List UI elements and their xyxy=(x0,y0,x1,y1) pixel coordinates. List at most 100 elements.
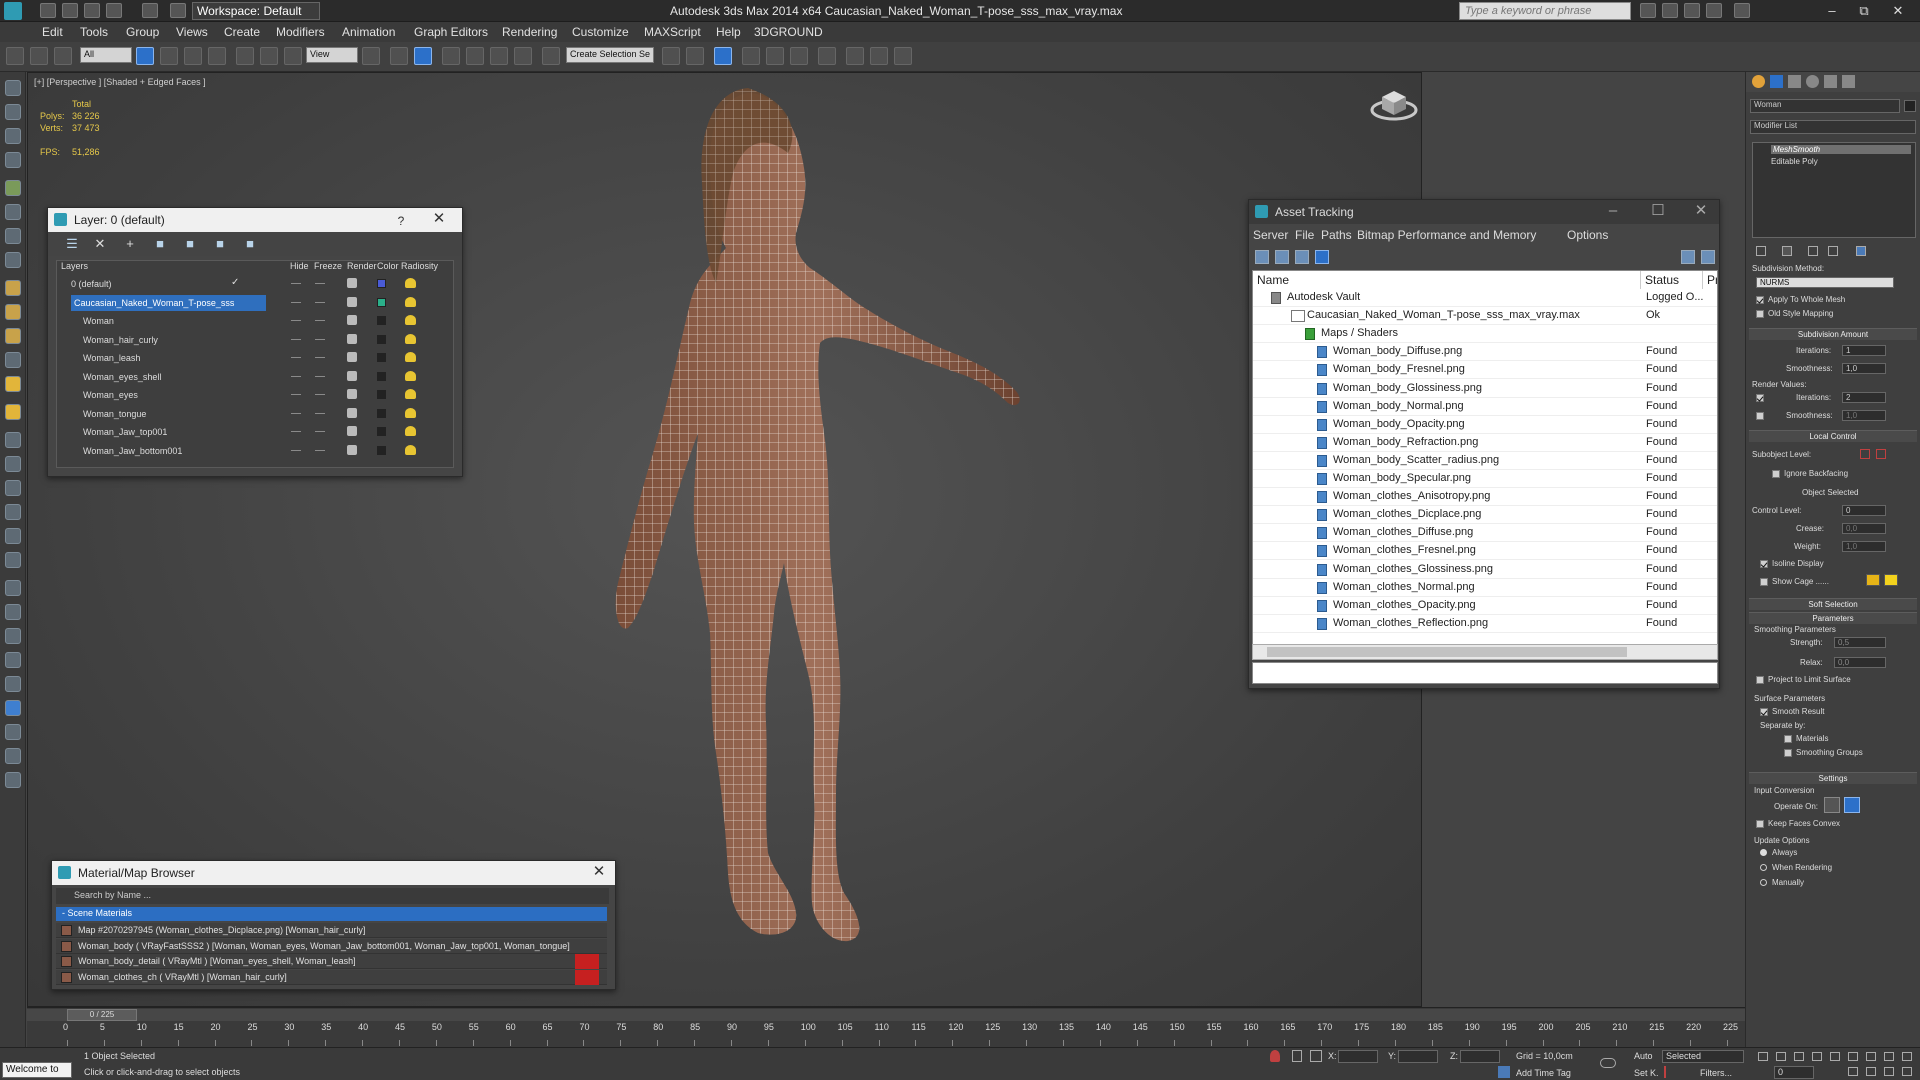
tool-icon-28[interactable] xyxy=(5,748,21,764)
favorites-star-icon[interactable] xyxy=(1706,3,1722,18)
project-folder-icon[interactable] xyxy=(170,3,186,18)
isolate-selection-icon[interactable] xyxy=(1270,1050,1280,1062)
key-icon[interactable] xyxy=(1600,1058,1616,1068)
radiosity-icon[interactable] xyxy=(405,352,416,362)
edit-named-selection-icon[interactable] xyxy=(542,47,560,65)
asset-row[interactable]: Woman_clothes_Opacity.png Found xyxy=(1253,597,1717,615)
layer-row[interactable]: Woman_Jaw_top001 xyxy=(57,423,453,441)
material-row[interactable]: Woman_body ( VRayFastSSS2 ) [Woman, Woma… xyxy=(56,938,607,954)
remove-modifier-icon[interactable] xyxy=(1828,246,1838,256)
tool-icon-18[interactable] xyxy=(5,504,21,520)
layer-color-swatch[interactable] xyxy=(377,371,386,381)
layer-row[interactable]: Woman_Jaw_bottom001 xyxy=(57,442,453,460)
layer-row[interactable]: Woman_eyes_shell xyxy=(57,368,453,386)
curve-editor-icon[interactable] xyxy=(766,47,784,65)
material-row[interactable]: Map #2070297945 (Woman_clothes_Dicplace.… xyxy=(56,923,607,938)
asset-menu-paths[interactable]: Paths xyxy=(1321,228,1352,242)
render-smoothness-spinner[interactable]: 1,0 xyxy=(1842,410,1886,421)
add-selected-to-layer-icon[interactable]: ■ xyxy=(152,236,168,252)
go-to-start-icon[interactable] xyxy=(1758,1052,1768,1061)
tool-icon-2[interactable] xyxy=(5,104,21,120)
select-objects-in-layer-icon[interactable]: ■ xyxy=(182,236,198,252)
tool-icon-8[interactable] xyxy=(5,252,21,268)
material-close-icon[interactable]: ✕ xyxy=(590,864,608,880)
track-bar[interactable]: 0 5 10 15 20 25 30 35 40 45 50 55 60 65 70 75 80 85 90 95 10… xyxy=(63,1022,1738,1046)
asset-row[interactable]: Woman_clothes_Dicplace.png Found xyxy=(1253,506,1717,525)
asset-row[interactable]: Maps / Shaders xyxy=(1253,325,1717,344)
asset-row[interactable]: Woman_clothes_Reflection.png Found xyxy=(1253,615,1717,633)
active-layer-check-icon[interactable]: ✓ xyxy=(231,277,239,288)
tool-icon-9[interactable] xyxy=(5,280,21,296)
display-tab-icon[interactable] xyxy=(1824,75,1837,88)
material-row[interactable]: Woman_body_detail ( VRayMtl ) [Woman_eye… xyxy=(56,954,607,969)
update-when-rendering-radio[interactable] xyxy=(1760,864,1767,871)
tool-icon-13[interactable] xyxy=(5,376,21,392)
vertex-subobject-icon[interactable] xyxy=(1860,449,1870,459)
render-teapot-icon[interactable] xyxy=(347,333,357,344)
x-coordinate-field[interactable] xyxy=(1338,1050,1378,1063)
viewcube-icon[interactable] xyxy=(1370,83,1418,123)
menu-group[interactable]: Group xyxy=(126,25,159,39)
render-teapot-icon[interactable] xyxy=(347,389,357,399)
tool-icon-26[interactable] xyxy=(5,700,21,716)
layer-manager-icon[interactable] xyxy=(714,47,732,65)
woman-wireframe-model[interactable] xyxy=(598,73,1248,1007)
render-setup-icon[interactable] xyxy=(846,47,864,65)
menu-edit[interactable]: Edit xyxy=(42,25,63,39)
tool-icon-25[interactable] xyxy=(5,676,21,692)
schematic-view-icon[interactable] xyxy=(790,47,808,65)
operate-on-triangle-icon[interactable] xyxy=(1824,797,1840,813)
tool-icon-6[interactable] xyxy=(5,204,21,220)
restore-icon[interactable]: ⧉ xyxy=(1850,2,1878,20)
freeze-toggle[interactable] xyxy=(315,338,325,340)
zoom-extents-all-icon[interactable] xyxy=(1902,1052,1912,1061)
tool-icon-5[interactable] xyxy=(5,180,21,196)
set-key-button[interactable]: Set K. xyxy=(1634,1068,1659,1078)
layer-close-icon[interactable]: ✕ xyxy=(430,211,448,227)
freeze-toggle[interactable] xyxy=(315,449,325,451)
col-color[interactable]: Color xyxy=(377,261,399,275)
asset-row[interactable]: Woman_body_Specular.png Found xyxy=(1253,470,1717,488)
absolute-mode-icon[interactable] xyxy=(1310,1050,1322,1062)
layer-color-swatch[interactable] xyxy=(377,297,386,307)
parameters-rollout[interactable]: Parameters xyxy=(1749,612,1917,624)
layer-color-swatch[interactable] xyxy=(377,334,386,344)
named-selection-select[interactable]: Create Selection Se xyxy=(566,47,654,63)
apply-whole-mesh-checkbox[interactable] xyxy=(1756,296,1764,304)
menu-tools[interactable]: Tools xyxy=(80,25,108,39)
asset-horizontal-scrollbar[interactable] xyxy=(1252,644,1718,660)
tool-icon-14[interactable] xyxy=(5,404,21,420)
selection-lock-icon[interactable] xyxy=(1292,1050,1302,1062)
keyboard-shortcut-override-icon[interactable] xyxy=(414,47,432,65)
field-of-view-icon[interactable] xyxy=(1848,1067,1858,1076)
hide-all-layers-icon[interactable]: ■ xyxy=(242,236,258,252)
spinner-snap-icon[interactable] xyxy=(514,47,532,65)
freeze-toggle[interactable] xyxy=(315,283,325,284)
radiosity-icon[interactable] xyxy=(405,333,416,344)
pin-stack-icon[interactable] xyxy=(1756,246,1766,256)
update-manually-radio[interactable] xyxy=(1760,879,1767,886)
tool-icon-16[interactable] xyxy=(5,456,21,472)
minimize-icon[interactable]: – xyxy=(1818,2,1846,20)
separate-smoothing-groups-checkbox[interactable] xyxy=(1784,749,1792,757)
radiosity-icon[interactable] xyxy=(405,444,416,455)
layer-color-swatch[interactable] xyxy=(377,390,386,399)
rectangular-selection-icon[interactable] xyxy=(184,47,202,65)
select-manipulate-icon[interactable] xyxy=(390,47,408,65)
object-name-field[interactable]: Woman xyxy=(1750,99,1900,113)
asset-row[interactable]: Woman_clothes_Fresnel.png Found xyxy=(1253,542,1717,561)
layer-name[interactable]: Woman xyxy=(83,316,114,326)
hide-toggle[interactable] xyxy=(291,449,301,451)
asset-row[interactable]: Woman_body_Scatter_radius.png Found xyxy=(1253,452,1717,470)
layer-row[interactable]: Caucasian_Naked_Woman_T-pose_sss xyxy=(57,294,453,312)
asset-row[interactable]: Woman_body_Normal.png Found xyxy=(1253,398,1717,416)
help-icon[interactable] xyxy=(1734,3,1750,18)
material-row[interactable]: Woman_clothes_ch ( VRayMtl ) [Woman_hair… xyxy=(56,969,607,985)
rotate-icon[interactable] xyxy=(260,47,278,65)
redo-icon[interactable] xyxy=(142,3,158,18)
layer-name[interactable]: Woman_tongue xyxy=(83,409,146,419)
tool-icon-3[interactable] xyxy=(5,128,21,144)
motion-tab-icon[interactable] xyxy=(1806,75,1819,88)
asset-close-icon[interactable]: ✕ xyxy=(1692,203,1710,219)
asset-row[interactable]: Woman_body_Refraction.png Found xyxy=(1253,434,1717,452)
